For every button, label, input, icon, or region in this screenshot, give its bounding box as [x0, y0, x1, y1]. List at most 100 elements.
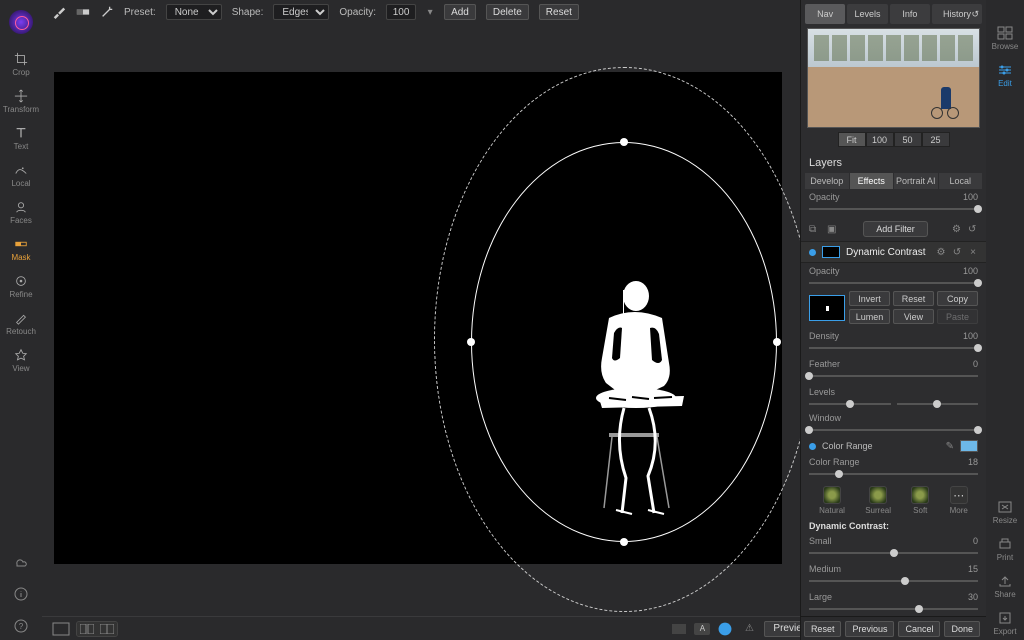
color-range-slider[interactable]	[809, 470, 978, 478]
compare-mode-segment[interactable]	[76, 621, 118, 637]
mask-visibility-icon[interactable]: ▣	[827, 224, 839, 235]
retouch-tool[interactable]: Retouch	[3, 307, 39, 340]
eyedropper-icon[interactable]: ✎	[946, 441, 954, 452]
export-action[interactable]: Export	[987, 607, 1023, 640]
color-range-title: Color Range	[822, 441, 940, 451]
stack-icon[interactable]: ⧉	[809, 224, 821, 235]
cloud-sync-icon[interactable]	[13, 554, 29, 570]
zoom-100-button[interactable]: 100	[866, 132, 894, 147]
mask-tool[interactable]: Mask	[3, 233, 39, 266]
delete-button[interactable]: Delete	[486, 4, 529, 20]
preset-more[interactable]: ⋯More	[950, 486, 968, 515]
preset-natural[interactable]: Natural	[819, 486, 845, 515]
filter-enabled-dot[interactable]	[809, 249, 816, 256]
small-value: 0	[973, 536, 978, 546]
filter-name: Dynamic Contrast	[846, 247, 930, 258]
preset-row: Natural Surreal Soft ⋯More	[801, 482, 986, 517]
levels-label: Levels	[809, 387, 978, 397]
levels-slider[interactable]	[801, 400, 986, 410]
wand-icon[interactable]	[100, 5, 114, 19]
tab-history[interactable]: History	[932, 4, 982, 24]
tab-portrait-ai[interactable]: Portrait AI	[894, 173, 938, 189]
filter-reset-icon[interactable]: ↺	[952, 247, 962, 258]
preset-select[interactable]: None	[166, 4, 222, 20]
preset-soft[interactable]: Soft	[911, 486, 929, 515]
zoom-fit-button[interactable]: Fit	[838, 132, 866, 147]
navigator-thumbnail[interactable]	[807, 28, 980, 128]
cancel-button[interactable]: Cancel	[898, 621, 940, 637]
copy-button[interactable]: Copy	[937, 291, 978, 306]
compare-split-icon[interactable]	[77, 622, 97, 636]
histogram-icon[interactable]	[670, 622, 688, 636]
tab-info[interactable]: Info	[890, 4, 930, 24]
faces-tool[interactable]: Faces	[3, 196, 39, 229]
resize-action[interactable]: Resize	[987, 496, 1023, 529]
view-button[interactable]: View	[893, 309, 934, 324]
density-slider[interactable]	[809, 344, 978, 352]
gradient-icon[interactable]	[76, 5, 90, 19]
done-button[interactable]: Done	[944, 621, 980, 637]
color-range-enabled-dot[interactable]	[809, 443, 816, 450]
svg-text:?: ?	[19, 622, 24, 631]
tab-nav[interactable]: Nav	[805, 4, 845, 24]
view-tool[interactable]: View	[3, 344, 39, 377]
tab-effects[interactable]: Effects	[850, 173, 894, 189]
opacity-input[interactable]	[386, 4, 416, 20]
mask-handle-top[interactable]	[620, 138, 628, 146]
tab-levels[interactable]: Levels	[847, 4, 887, 24]
medium-slider[interactable]	[809, 577, 978, 585]
filter-close-icon[interactable]: ×	[968, 247, 978, 258]
feather-slider[interactable]	[809, 372, 978, 380]
mask-overlay-icon[interactable]	[716, 622, 734, 636]
undo-icon[interactable]: ↺	[968, 224, 978, 235]
color-range-value: 18	[968, 457, 978, 467]
share-action[interactable]: Share	[987, 570, 1023, 603]
mask-handle-bottom[interactable]	[620, 538, 628, 546]
preset-surreal[interactable]: Surreal	[865, 486, 891, 515]
mask-handle-right[interactable]	[773, 338, 781, 346]
reset-button[interactable]: Reset	[539, 4, 579, 20]
zoom-50-button[interactable]: 50	[894, 132, 922, 147]
color-swatch[interactable]	[960, 440, 978, 452]
warning-icon[interactable]: ⚠	[740, 622, 758, 636]
crop-tool[interactable]: Crop	[3, 48, 39, 81]
print-action[interactable]: Print	[987, 533, 1023, 566]
panel-reset-button[interactable]: Reset	[804, 621, 842, 637]
single-view-icon[interactable]	[52, 622, 70, 636]
chevron-down-icon[interactable]: ▾	[426, 5, 434, 19]
text-tool[interactable]: Text	[3, 122, 39, 155]
info-circle-icon[interactable]	[13, 586, 29, 602]
layer-opacity-slider[interactable]	[809, 205, 978, 213]
mask-handle-left[interactable]	[467, 338, 475, 346]
editor-canvas[interactable]	[54, 72, 782, 564]
transform-tool[interactable]: Transform	[3, 85, 39, 118]
mask-thumbnail[interactable]	[809, 295, 845, 321]
tab-develop[interactable]: Develop	[805, 173, 849, 189]
tab-local[interactable]: Local	[939, 173, 983, 189]
add-button[interactable]: Add	[444, 4, 476, 20]
local-tool[interactable]: Local	[3, 159, 39, 192]
mask-reset-button[interactable]: Reset	[893, 291, 934, 306]
dynamic-contrast-heading: Dynamic Contrast:	[801, 517, 986, 533]
text-overlay-icon[interactable]: A	[694, 623, 710, 635]
filter-header[interactable]: Dynamic Contrast ⚙ ↺ ×	[801, 241, 986, 263]
refine-tool[interactable]: Refine	[3, 270, 39, 303]
zoom-25-button[interactable]: 25	[922, 132, 950, 147]
filter-gear-icon[interactable]: ⚙	[936, 247, 946, 258]
invert-button[interactable]: Invert	[849, 291, 890, 306]
compare-side-icon[interactable]	[97, 622, 117, 636]
brush-icon[interactable]	[52, 5, 66, 19]
edit-mode[interactable]: Edit	[987, 59, 1023, 92]
previous-button[interactable]: Previous	[845, 621, 894, 637]
gear-icon[interactable]: ⚙	[952, 224, 962, 235]
shape-select[interactable]: Edges	[273, 4, 329, 20]
small-slider[interactable]	[809, 549, 978, 557]
add-filter-button[interactable]: Add Filter	[863, 221, 928, 237]
help-icon[interactable]: ?	[13, 618, 29, 634]
lumen-button[interactable]: Lumen	[849, 309, 890, 324]
large-slider[interactable]	[809, 605, 978, 613]
filter-opacity-slider[interactable]	[809, 279, 978, 287]
small-label: Small	[809, 536, 967, 546]
window-slider[interactable]	[809, 426, 978, 434]
browse-mode[interactable]: Browse	[987, 22, 1023, 55]
